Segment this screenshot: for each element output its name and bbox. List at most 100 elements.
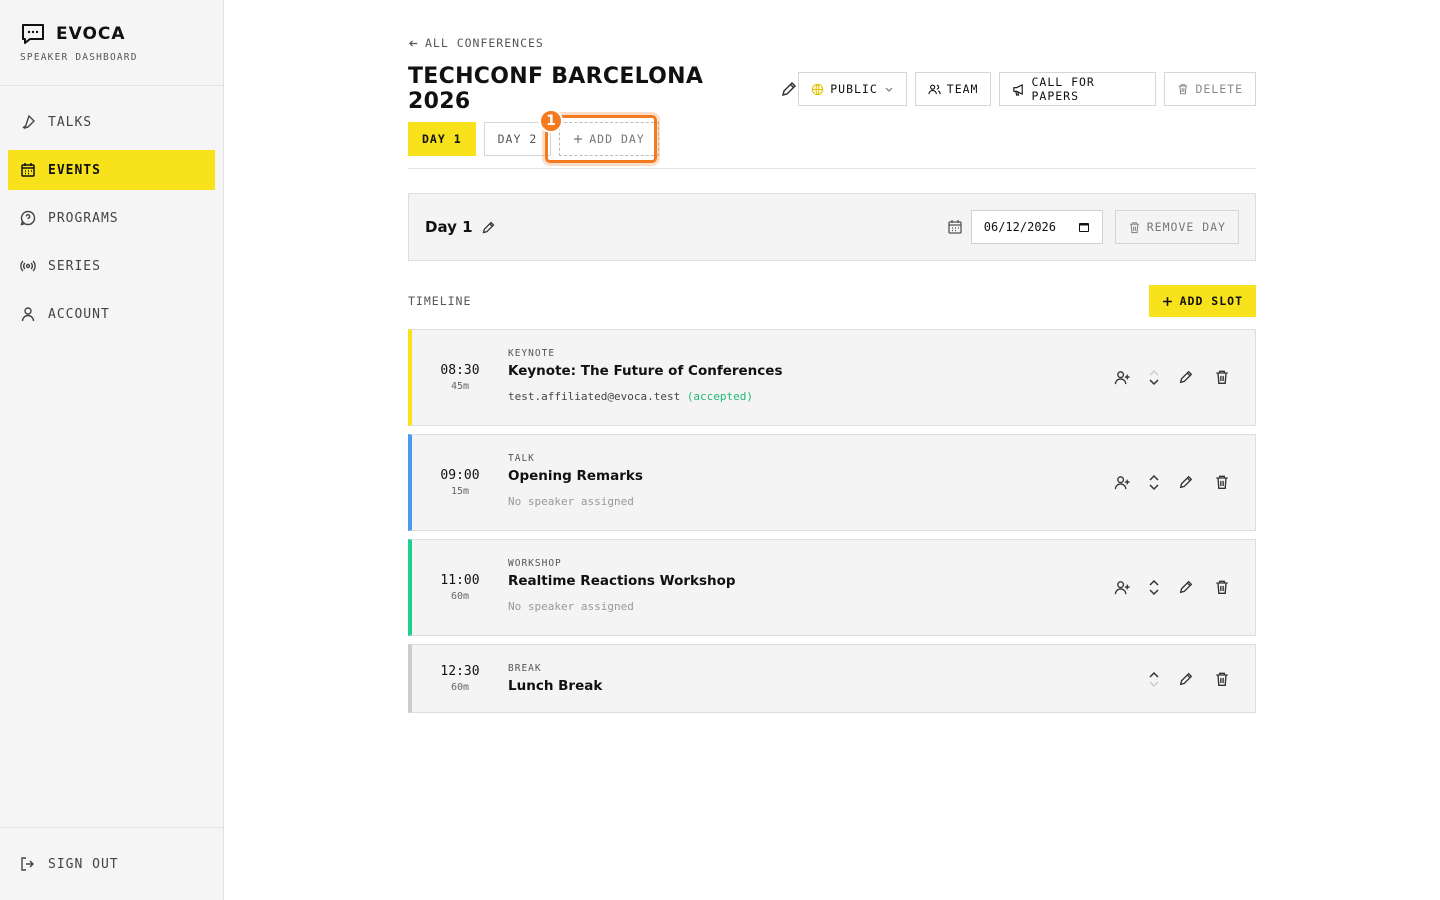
users-icon — [928, 83, 941, 96]
edit-title-icon[interactable] — [780, 80, 798, 98]
move-up-icon[interactable] — [1148, 369, 1160, 377]
slot-speaker: No speaker assigned — [508, 495, 634, 508]
slot-title: Keynote: The Future of Conferences — [508, 363, 783, 379]
date-value: 06/12/2026 — [983, 220, 1056, 234]
edit-slot-icon[interactable] — [1173, 364, 1199, 390]
add-day-button[interactable]: ADD DAY — [559, 122, 659, 156]
slot-duration: 60m — [450, 682, 470, 693]
delete-slot-icon[interactable] — [1209, 364, 1235, 390]
slot-speaker: test.affiliated@evoca.test (accepted) — [508, 390, 782, 403]
edit-slot-icon[interactable] — [1173, 666, 1199, 692]
add-slot-button[interactable]: ADD SLOT — [1148, 285, 1256, 317]
sidebar-item-label: PROGRAMS — [48, 210, 119, 226]
call-for-papers-button[interactable]: CALL FOR PAPERS — [999, 72, 1157, 106]
add-slot-label: ADD SLOT — [1179, 294, 1243, 308]
delete-label: DELETE — [1195, 82, 1243, 96]
delete-slot-icon[interactable] — [1209, 469, 1235, 495]
day-card: Day 1 06/12/2026 REMOVE DAY — [408, 193, 1256, 261]
add-day-label: ADD DAY — [589, 132, 645, 146]
remove-day-button[interactable]: REMOVE DAY — [1114, 210, 1239, 244]
timeline-slot[interactable]: 12:30 60m BREAK Lunch Break — [408, 644, 1256, 713]
slot-time: 11:00 — [440, 573, 480, 588]
brand-subtitle: SPEAKER DASHBOARD — [20, 52, 138, 63]
move-up-icon[interactable] — [1148, 474, 1160, 482]
slot-time: 12:30 — [440, 664, 480, 679]
edit-slot-icon[interactable] — [1173, 469, 1199, 495]
sidebar-item-account[interactable]: ACCOUNT — [8, 294, 215, 334]
sidebar: EVOCA SPEAKER DASHBOARD TALKS EVENTS PRO… — [0, 0, 224, 900]
day-date-input[interactable]: 06/12/2026 — [970, 210, 1103, 244]
slot-duration: 60m — [450, 591, 470, 602]
edit-day-icon[interactable] — [481, 220, 496, 235]
assign-speaker-icon[interactable] — [1109, 574, 1135, 600]
team-label: TEAM — [946, 82, 979, 96]
sign-out-label: SIGN OUT — [48, 856, 119, 872]
sidebar-item-label: TALKS — [48, 114, 93, 130]
reorder-control — [1145, 369, 1163, 386]
trash-icon — [1177, 83, 1189, 95]
team-button[interactable]: TEAM — [914, 72, 992, 106]
sidebar-item-label: EVENTS — [48, 162, 101, 178]
calendar-icon — [20, 162, 36, 178]
timeline-slot[interactable]: 11:00 60m WORKSHOP Realtime Reactions Wo… — [408, 539, 1256, 636]
timeline-slot[interactable]: 08:30 45m KEYNOTE Keynote: The Future of… — [408, 329, 1256, 426]
move-down-icon[interactable] — [1148, 680, 1160, 688]
move-up-icon[interactable] — [1148, 671, 1160, 679]
sign-out-button[interactable]: SIGN OUT — [0, 827, 223, 900]
title-row: TECHCONF BARCELONA 2026 PUBLIC TEAM CALL… — [408, 64, 1256, 114]
slot-type: KEYNOTE — [508, 348, 556, 359]
visibility-label: PUBLIC — [830, 82, 878, 96]
assign-speaker-icon[interactable] — [1109, 364, 1135, 390]
trash-icon — [1128, 221, 1141, 234]
slot-type: TALK — [508, 453, 535, 464]
edit-slot-icon[interactable] — [1173, 574, 1199, 600]
header-actions: PUBLIC TEAM CALL FOR PAPERS DELETE — [798, 72, 1256, 106]
move-down-icon[interactable] — [1148, 378, 1160, 386]
sidebar-item-events[interactable]: EVENTS — [8, 150, 215, 190]
slot-type: WORKSHOP — [508, 558, 562, 569]
broadcast-icon — [20, 258, 36, 274]
slot-title: Lunch Break — [508, 678, 603, 694]
brand-name: EVOCA — [56, 24, 126, 44]
assign-speaker-icon[interactable] — [1109, 469, 1135, 495]
timeline-header: TIMELINE ADD SLOT — [408, 285, 1256, 317]
tab-day-1[interactable]: DAY 1 — [408, 122, 476, 156]
cfp-label: CALL FOR PAPERS — [1031, 75, 1095, 103]
back-link[interactable]: ALL CONFERENCES — [408, 36, 544, 50]
sidebar-item-series[interactable]: SERIES — [8, 246, 215, 286]
delete-slot-icon[interactable] — [1209, 666, 1235, 692]
slot-type: BREAK — [508, 663, 542, 674]
speaker-email: test.affiliated@evoca.test — [508, 390, 681, 403]
chat-icon — [20, 22, 46, 46]
sidebar-nav: TALKS EVENTS PROGRAMS SERIES ACCOUNT — [0, 86, 223, 334]
timeline-slot[interactable]: 09:00 15m TALK Opening Remarks No speake… — [408, 434, 1256, 531]
move-down-icon[interactable] — [1148, 483, 1160, 491]
move-up-icon[interactable] — [1148, 579, 1160, 587]
sidebar-item-programs[interactable]: PROGRAMS — [8, 198, 215, 238]
sidebar-item-label: ACCOUNT — [48, 306, 110, 322]
help-circle-icon — [20, 210, 36, 226]
date-picker-icon[interactable] — [1078, 221, 1090, 233]
tabs-divider — [408, 168, 1256, 169]
reorder-control — [1145, 474, 1163, 491]
brand: EVOCA SPEAKER DASHBOARD — [0, 0, 223, 86]
page-title: TECHCONF BARCELONA 2026 — [408, 64, 704, 114]
speaker-status: (accepted) — [686, 390, 754, 403]
logout-icon — [20, 856, 36, 872]
sidebar-item-talks[interactable]: TALKS — [8, 102, 215, 142]
delete-button[interactable]: DELETE — [1164, 72, 1256, 106]
arrow-left-icon — [408, 38, 419, 49]
calendar-icon — [947, 219, 963, 235]
day-tabs: DAY 1 DAY 2 ADD DAY 1 — [408, 109, 659, 163]
slot-speaker: No speaker assigned — [508, 600, 634, 613]
slot-time: 09:00 — [440, 468, 480, 483]
slot-title: Realtime Reactions Workshop — [508, 573, 736, 589]
slot-duration: 45m — [450, 381, 470, 392]
move-down-icon[interactable] — [1148, 588, 1160, 596]
visibility-dropdown[interactable]: PUBLIC — [798, 72, 907, 106]
globe-icon — [811, 83, 824, 96]
delete-slot-icon[interactable] — [1209, 574, 1235, 600]
day-name: Day 1 — [425, 218, 473, 236]
mic-icon — [20, 114, 36, 130]
plus-icon — [1162, 296, 1173, 307]
